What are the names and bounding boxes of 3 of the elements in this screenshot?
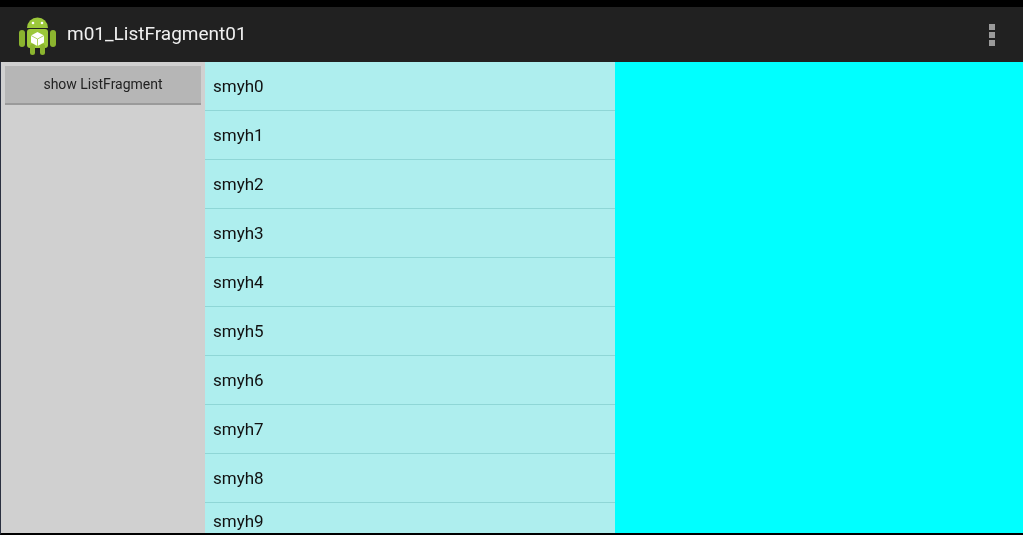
app-title: m01_ListFragment01 (67, 21, 248, 48)
list-item[interactable]: smyh9 (205, 503, 615, 533)
show-list-fragment-button[interactable]: show ListFragment (5, 66, 201, 105)
